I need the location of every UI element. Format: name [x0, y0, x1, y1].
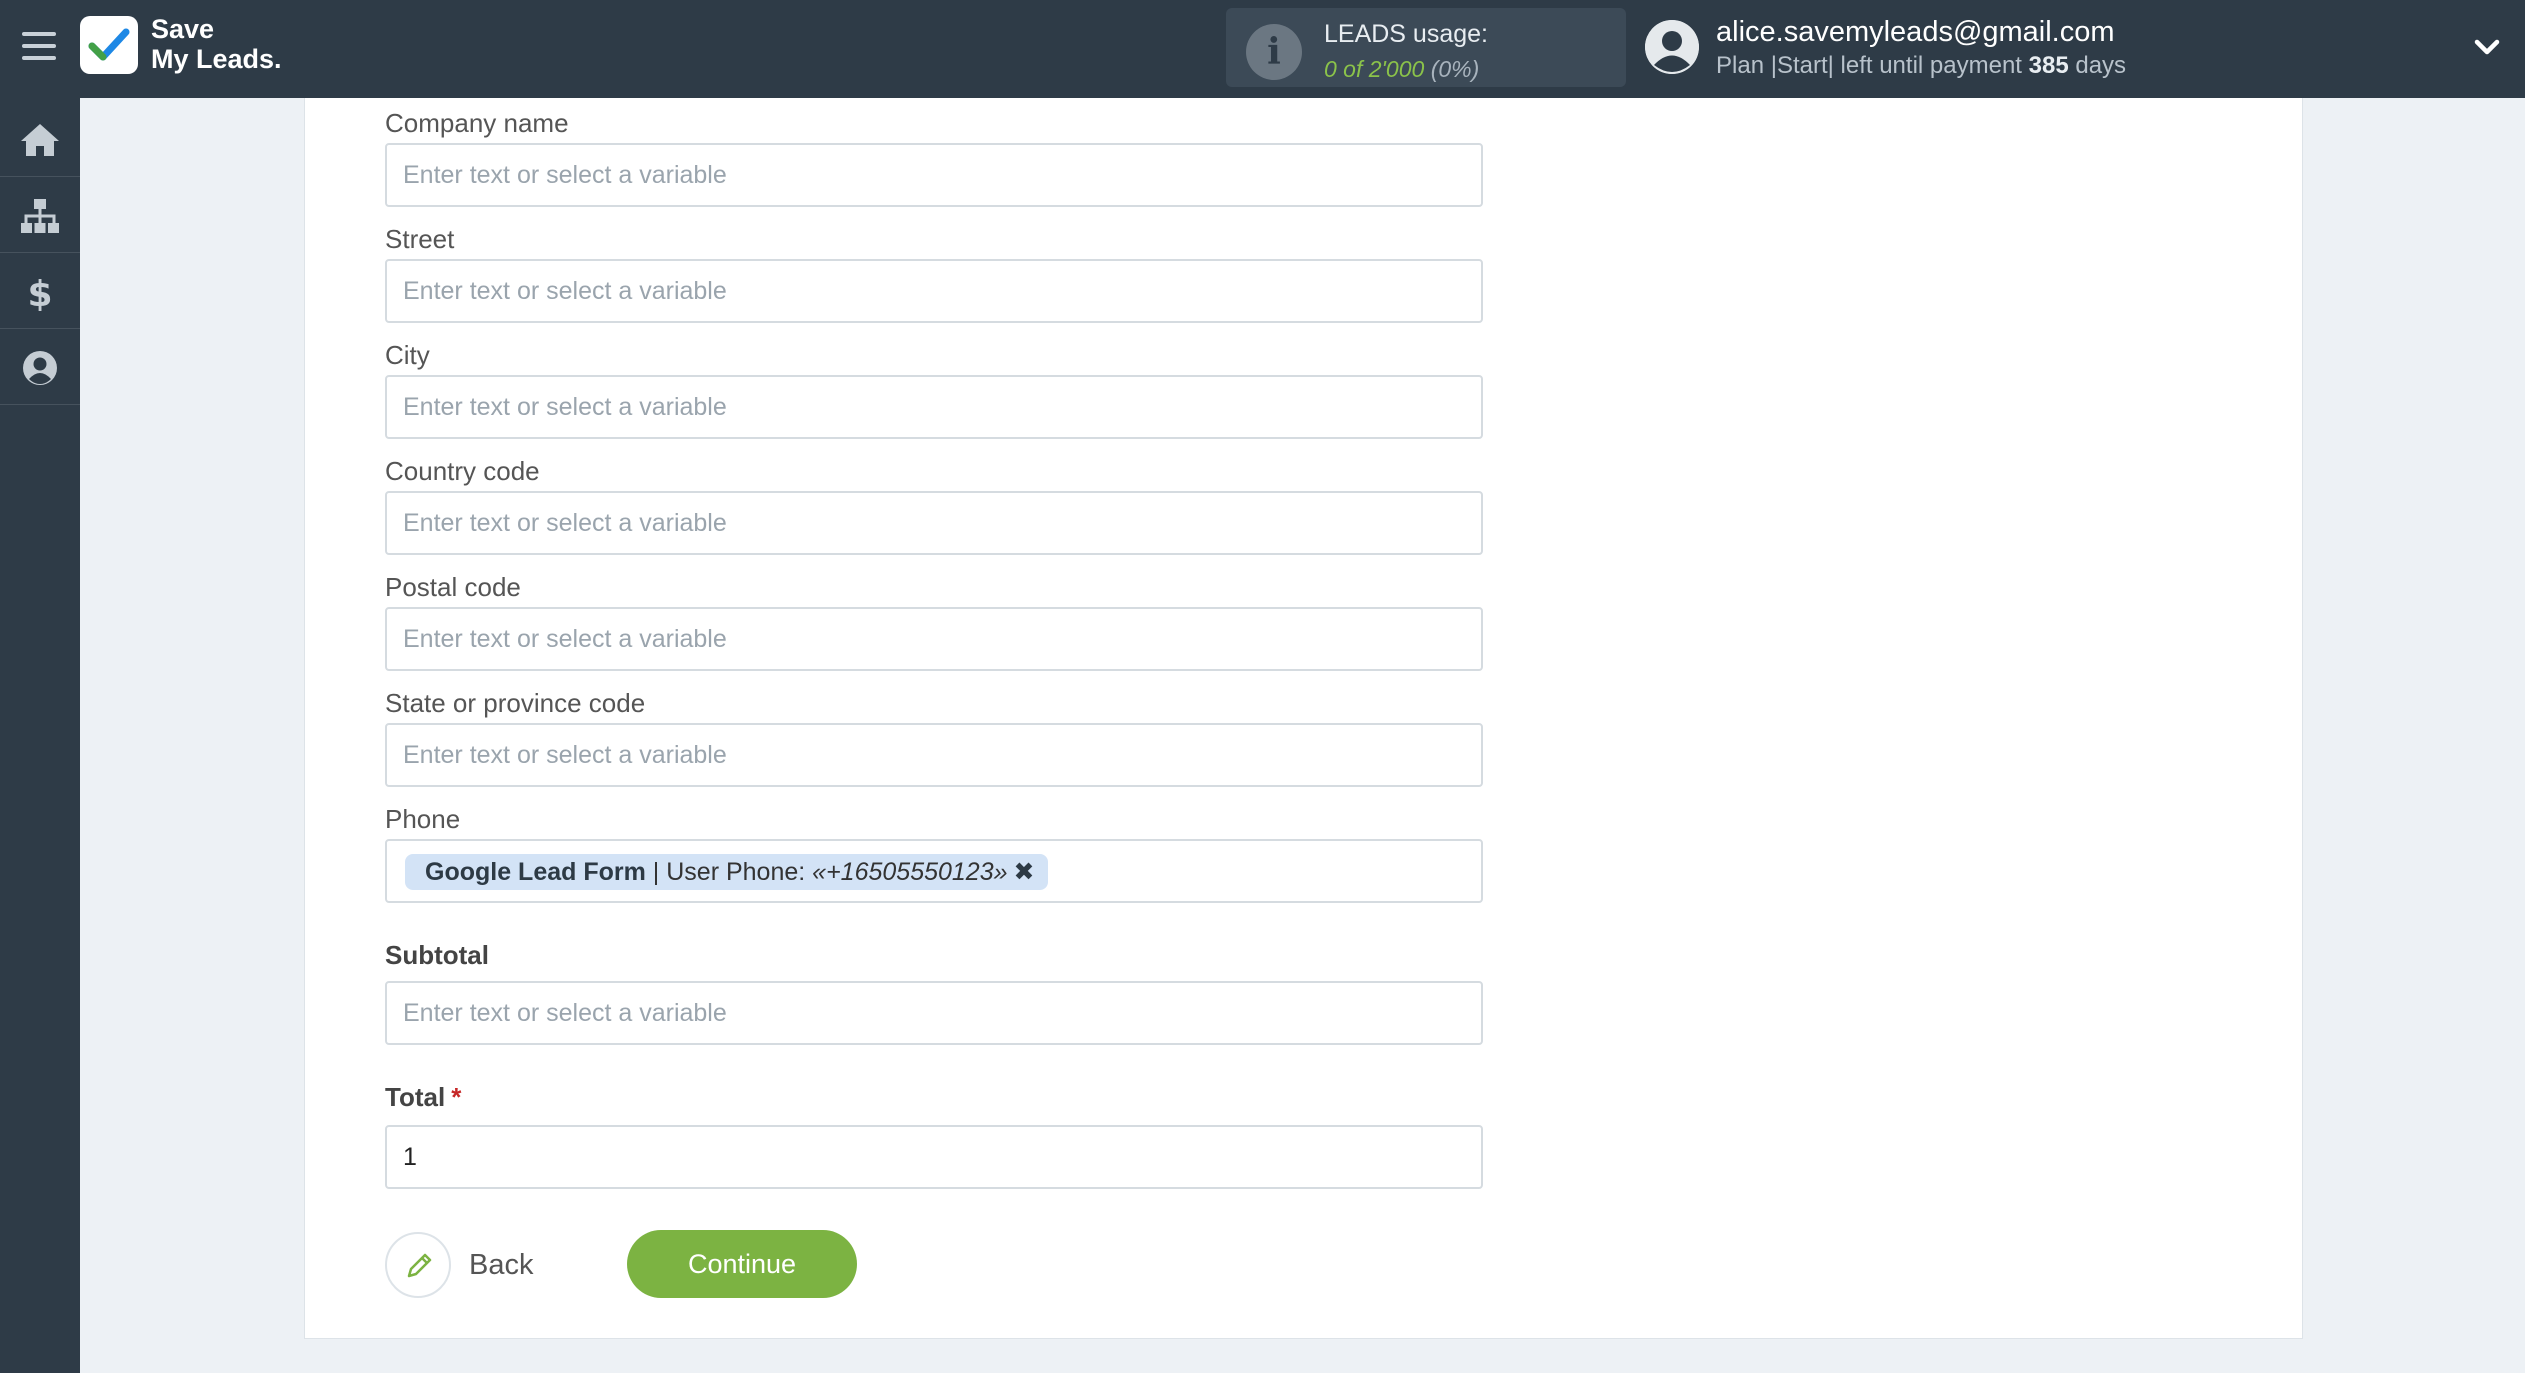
- dollar-icon: $: [27, 274, 52, 311]
- total-label: Total *: [385, 1082, 462, 1112]
- avatar-icon[interactable]: [1645, 20, 1699, 74]
- phone-variable-tag[interactable]: Google Lead Form | User Phone: «+1650555…: [405, 854, 1049, 890]
- company-name-label: Company name: [385, 108, 569, 138]
- user-circle-icon: [23, 351, 57, 385]
- info-icon[interactable]: i: [1246, 24, 1302, 80]
- usage-value: 0 of 2'000 (0%): [1324, 56, 1480, 82]
- subtotal-label: Subtotal: [385, 940, 489, 970]
- continue-button[interactable]: Continue: [627, 1230, 857, 1298]
- top-bar: Save My Leads. i LEADS usage: 0 of 2'000…: [0, 0, 2525, 98]
- form-card: Company name Street City Country code Po…: [304, 98, 2303, 1339]
- svg-text:$: $: [27, 274, 52, 311]
- plan-info: Plan |Start| left until payment 385 days: [1716, 52, 2127, 79]
- logo-icon[interactable]: [80, 16, 138, 74]
- user-email[interactable]: alice.savemyleads@gmail.com: [1716, 16, 2115, 49]
- back-label: Back: [469, 1248, 534, 1281]
- sidebar-item-account[interactable]: [0, 330, 80, 405]
- menu-icon[interactable]: [22, 32, 56, 62]
- phone-label: Phone: [385, 804, 461, 834]
- postal-code-input[interactable]: [385, 607, 1483, 671]
- city-input[interactable]: [385, 375, 1483, 439]
- required-mark: *: [451, 1082, 462, 1112]
- state-code-label: State or province code: [385, 688, 646, 718]
- state-code-input[interactable]: [385, 723, 1483, 787]
- sidebar-item-home[interactable]: [0, 102, 80, 177]
- leads-usage-panel: i LEADS usage: 0 of 2'000 (0%): [1226, 8, 1626, 87]
- city-label: City: [385, 340, 430, 370]
- postal-code-label: Postal code: [385, 572, 521, 602]
- country-code-label: Country code: [385, 456, 540, 486]
- country-code-input[interactable]: [385, 491, 1483, 555]
- phone-input[interactable]: Google Lead Form | User Phone: «+1650555…: [385, 839, 1483, 903]
- sidebar: $: [0, 98, 80, 1373]
- street-input[interactable]: [385, 259, 1483, 323]
- street-label: Street: [385, 224, 455, 254]
- sidebar-item-billing[interactable]: $: [0, 254, 80, 329]
- home-icon: [21, 124, 59, 156]
- logo-text[interactable]: Save My Leads.: [151, 14, 282, 74]
- close-icon[interactable]: ✖: [1014, 854, 1035, 890]
- usage-title: LEADS usage:: [1324, 20, 1488, 48]
- back-button[interactable]: Back: [385, 1230, 533, 1300]
- sidebar-item-connections[interactable]: [0, 178, 80, 253]
- company-name-input[interactable]: [385, 143, 1483, 207]
- total-input[interactable]: [385, 1125, 1483, 1189]
- subtotal-input[interactable]: [385, 981, 1483, 1045]
- pencil-icon: [385, 1232, 451, 1298]
- sitemap-icon: [21, 199, 59, 233]
- chevron-down-icon[interactable]: [2470, 32, 2504, 62]
